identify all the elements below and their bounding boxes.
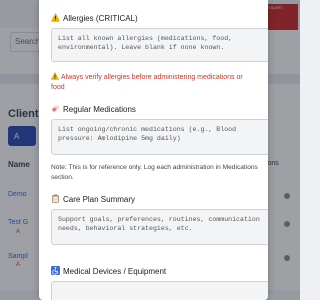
allergies-label: Allergies (CRITICAL) bbox=[51, 13, 138, 23]
medications-label-text: Regular Medications bbox=[63, 105, 136, 114]
pill-icon bbox=[52, 105, 59, 112]
care-plan-label: Care Plan Summary bbox=[51, 194, 135, 204]
allergies-label-text: Allergies (CRITICAL) bbox=[63, 14, 138, 23]
care-plan-label-text: Care Plan Summary bbox=[63, 195, 136, 204]
medications-label: Regular Medications bbox=[51, 104, 136, 114]
devices-label: Medical Devices / Equipment bbox=[51, 266, 166, 276]
devices-textarea[interactable] bbox=[51, 281, 268, 300]
warning-icon bbox=[50, 71, 60, 80]
devices-label-text: Medical Devices / Equipment bbox=[63, 267, 167, 276]
wheelchair-icon bbox=[51, 266, 60, 275]
care-plan-textarea[interactable]: Support goals, preferences, routines, co… bbox=[51, 209, 268, 245]
modal-scroll-content: Allergies (CRITICAL) List all known alle… bbox=[39, 0, 268, 300]
allergies-warning-text: Always verify allergies before administe… bbox=[51, 74, 243, 91]
client-form-modal: Allergies (CRITICAL) List all known alle… bbox=[39, 0, 268, 300]
medications-note: Note: This is for reference only. Log ea… bbox=[51, 164, 258, 181]
warning-icon bbox=[51, 13, 60, 22]
clipboard-icon bbox=[52, 194, 59, 203]
allergies-textarea[interactable]: List all known allergies (medications, f… bbox=[51, 28, 268, 62]
medications-textarea[interactable]: List ongoing/chronic medications (e.g., … bbox=[51, 119, 268, 155]
allergies-warning: Always verify allergies before administe… bbox=[50, 71, 251, 93]
